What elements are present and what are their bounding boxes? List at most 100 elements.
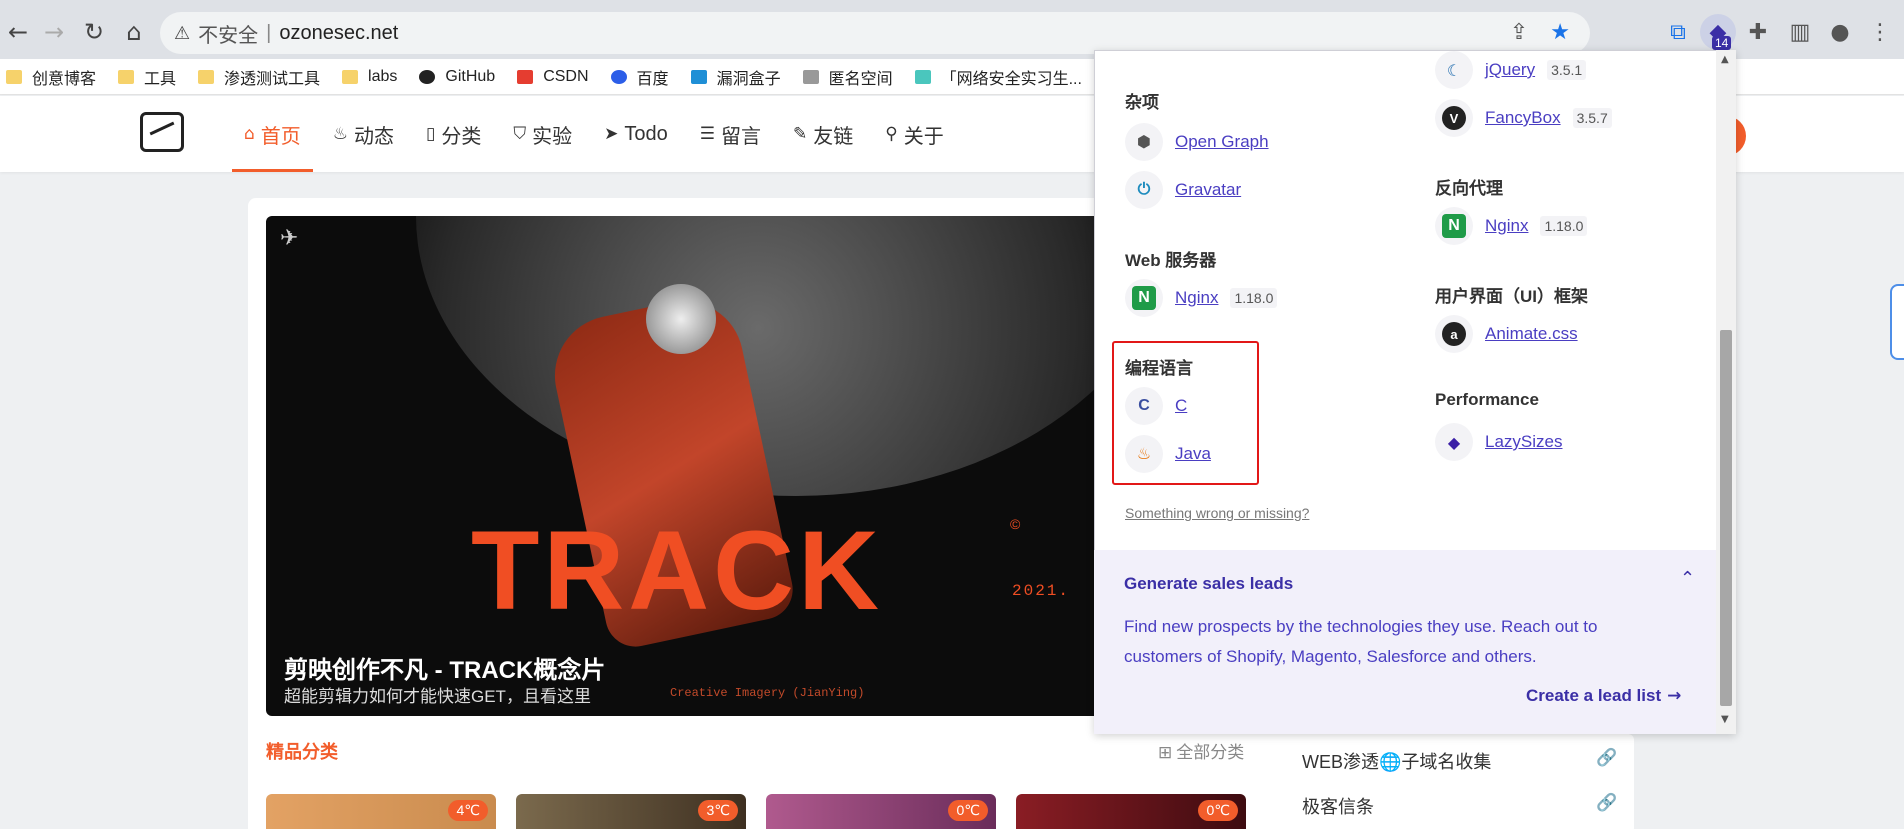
hero-banner[interactable]: TRACK © 2021. ✈ 剪映创作不凡 - TRACK概念片 超能剪辑力如…: [266, 216, 1126, 716]
security-label[interactable]: 不安全: [198, 19, 258, 48]
temperature-badge: 3℃: [698, 800, 738, 821]
address-bar[interactable]: ⚠ 不安全 | ozonesec.net ⇪ ★: [160, 12, 1590, 54]
nav-labs[interactable]: ⛉ 实验: [501, 96, 584, 172]
site-logo[interactable]: [140, 112, 184, 152]
nav-about[interactable]: ⚲ 关于: [873, 96, 955, 172]
message-icon: ☰: [699, 124, 716, 144]
featured-section-title: 精品分类: [266, 742, 338, 762]
banner-credit: Creative Imagery (JianYing): [670, 686, 865, 700]
sidebar-link[interactable]: 极客信条: [1302, 793, 1374, 819]
category-web-server: Web 服务器: [1125, 251, 1217, 270]
something-missing-link[interactable]: Something wrong or missing?: [1125, 505, 1309, 521]
tech-nginx-server[interactable]: N Nginx 1.18.0: [1125, 278, 1278, 318]
tech-animate-css[interactable]: a Animate.css: [1435, 314, 1578, 354]
bookmark-star-icon[interactable]: ★: [1550, 20, 1570, 45]
extension-badge: 14: [1712, 36, 1732, 50]
warning-icon[interactable]: ⚠: [174, 23, 190, 44]
profile-icon[interactable]: ●: [1822, 14, 1858, 50]
github-icon: [419, 69, 436, 84]
share-icon[interactable]: ⇪: [1510, 20, 1528, 45]
bookmark-item[interactable]: 渗透测试工具: [198, 65, 320, 89]
popup-scrollbar[interactable]: ▲ ▼: [1716, 50, 1736, 734]
shield-icon: ⛉: [513, 124, 527, 144]
scrollbar-thumb[interactable]: [1720, 330, 1732, 706]
side-panel-icon[interactable]: ▥: [1782, 14, 1818, 50]
version-label: 3.5.7: [1572, 108, 1612, 128]
create-lead-list-button[interactable]: Create a lead list →: [1526, 686, 1681, 706]
forward-arrow-icon[interactable]: →: [36, 14, 72, 50]
nav-todo[interactable]: ➤ Todo: [592, 96, 680, 172]
nav-guestbook[interactable]: ☰ 留言: [688, 96, 773, 172]
bookmark-item[interactable]: 创意博客: [6, 65, 96, 89]
category-thumb[interactable]: 0℃: [766, 794, 996, 829]
nav-dynamics[interactable]: ♨ 动态: [321, 96, 406, 172]
feather-icon: ✎: [793, 124, 808, 144]
category-thumb[interactable]: 0℃: [1016, 794, 1246, 829]
nav-friends[interactable]: ✎ 友链: [781, 96, 865, 172]
b-site-icon: [914, 69, 931, 84]
jquery-icon: ☾: [1435, 51, 1473, 89]
animate-css-icon: a: [1435, 315, 1473, 353]
tech-fancybox[interactable]: V FancyBox 3.5.7: [1435, 98, 1612, 138]
tech-nginx-proxy[interactable]: N Nginx 1.18.0: [1435, 206, 1588, 246]
url-separator: |: [266, 21, 272, 44]
chevron-up-icon[interactable]: ⌃: [1680, 568, 1695, 589]
version-label: 1.18.0: [1540, 216, 1588, 236]
url-text[interactable]: ozonesec.net: [279, 22, 398, 45]
bookmark-item[interactable]: 「网络安全实习生...: [914, 65, 1082, 89]
scroll-up-icon[interactable]: ▲: [1721, 54, 1729, 65]
back-arrow-icon[interactable]: ←: [0, 14, 36, 50]
nav-home[interactable]: ⌂ 首页: [232, 96, 313, 172]
folder-icon: [118, 69, 135, 84]
tech-lazysizes[interactable]: ◆ LazySizes: [1435, 422, 1562, 462]
sidebar-link[interactable]: WEB渗透🌐子域名收集: [1302, 748, 1491, 774]
extensions-puzzle-icon[interactable]: ✚: [1740, 14, 1776, 50]
version-label: 3.5.1: [1547, 60, 1587, 80]
bookmark-item[interactable]: 工具: [118, 65, 176, 89]
nav-categories[interactable]: ▯ 分类: [414, 96, 493, 172]
home-icon[interactable]: ⌂: [116, 14, 152, 50]
planet-image: [416, 216, 1126, 496]
all-categories-link[interactable]: ⊞ 全部分类: [1158, 738, 1244, 763]
banner-art-word: TRACK: [471, 508, 883, 633]
category-thumb[interactable]: 3℃: [516, 794, 746, 829]
astronaut-helmet: [646, 284, 716, 354]
fire-icon: ♨: [332, 124, 349, 144]
nginx-icon: N: [1125, 279, 1163, 317]
reload-icon[interactable]: ↻: [76, 14, 112, 50]
translate-extension-icon[interactable]: ⧉: [1660, 14, 1696, 50]
link-icon[interactable]: 🔗: [1596, 748, 1617, 768]
bookmark-item[interactable]: 百度: [610, 65, 669, 89]
category-ui-framework: 用户界面（UI）框架: [1435, 287, 1588, 306]
tech-open-graph[interactable]: ⬢ Open Graph: [1125, 122, 1269, 162]
bookmark-item[interactable]: labs: [342, 68, 397, 86]
book-icon: ▯: [426, 124, 436, 144]
scroll-down-icon[interactable]: ▼: [1721, 714, 1729, 725]
temperature-badge: 4℃: [448, 800, 488, 821]
folder-icon: [6, 69, 22, 84]
version-label: 1.18.0: [1230, 288, 1278, 308]
tech-gravatar[interactable]: ⏻ Gravatar: [1125, 170, 1241, 210]
bulb-icon: ⚲: [885, 124, 898, 144]
category-thumb[interactable]: 4℃: [266, 794, 496, 829]
lazysizes-icon: ◆: [1435, 423, 1473, 461]
tech-jquery[interactable]: ☾ jQuery 3.5.1: [1435, 50, 1587, 90]
folder-icon: [342, 69, 359, 84]
browser-menu-icon[interactable]: ⋮: [1862, 14, 1898, 50]
bookmark-item[interactable]: CSDN: [517, 68, 589, 86]
banner-title[interactable]: 剪映创作不凡 - TRACK概念片: [284, 650, 605, 685]
bookmark-item[interactable]: 漏洞盒子: [690, 65, 781, 89]
banner-copyright: ©: [1010, 516, 1021, 532]
gravatar-icon: ⏻: [1125, 171, 1163, 209]
side-drawer-tab[interactable]: [1890, 284, 1904, 360]
category-performance: Performance: [1435, 390, 1539, 409]
category-misc: 杂项: [1125, 93, 1159, 112]
home-icon: ⌂: [244, 124, 255, 144]
arrow-right-icon: →: [1667, 686, 1682, 706]
site-nav: ⌂ 首页 ♨ 动态 ▯ 分类 ⛉ 实验 ➤ Todo ☰ 留言 ✎ 友链 ⚲ 关于: [232, 96, 964, 172]
baidu-paw-icon: [610, 69, 627, 84]
bookmark-item[interactable]: GitHub: [419, 68, 495, 86]
paper-plane-icon: ✈: [280, 226, 299, 251]
link-icon[interactable]: 🔗: [1596, 793, 1617, 813]
bookmark-item[interactable]: 匿名空间: [802, 65, 893, 89]
